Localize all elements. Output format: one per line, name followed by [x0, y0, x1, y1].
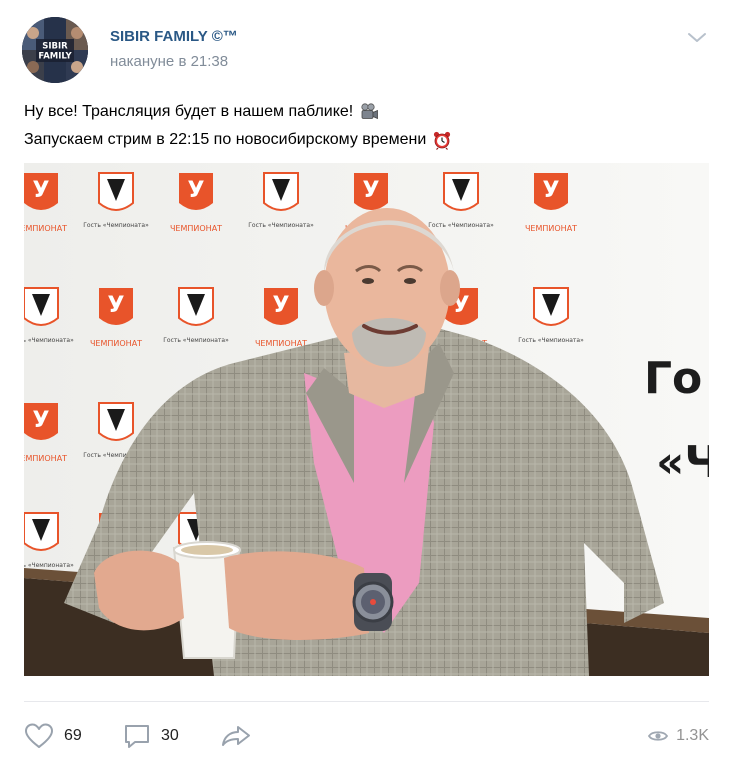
avatar-image: SIBIR FAMILY: [22, 17, 88, 83]
like-button[interactable]: 69: [24, 718, 82, 754]
views-count: 1.3K: [676, 727, 709, 744]
views-counter: 1.3K: [648, 718, 709, 754]
chevron-down-icon: [688, 33, 706, 42]
eye-icon: [648, 731, 669, 741]
svg-text:ЧЕМПИОНАТ: ЧЕМПИОНАТ: [525, 224, 577, 233]
avatar-text-2: FAMILY: [38, 52, 72, 62]
likes-count: 69: [64, 727, 82, 744]
svg-text:Гость «Чемпионата»: Гость «Чемпионата»: [24, 562, 74, 569]
svg-text:Гость «Чемпионата»: Гость «Чемпионата»: [248, 222, 314, 229]
post-timestamp[interactable]: накануне в 21:38: [110, 53, 228, 70]
post-photo[interactable]: У ЧЕМПИОНАТ Гость «Чемпионата» У ЧЕМПИОНАТ Го…: [24, 163, 709, 676]
photo-image: У ЧЕМПИОНАТ Гость «Чемпионата» У ЧЕМПИОНАТ Го…: [24, 163, 709, 676]
alarm-clock-icon: [432, 130, 452, 150]
svg-text:У: У: [108, 293, 125, 318]
svg-text:У: У: [33, 408, 50, 433]
avatar-text-1: SIBIR: [42, 42, 68, 52]
post-text-line: Ну все! Трансляция будет в нашем паблике…: [24, 98, 452, 126]
svg-text:ЧЕМПИОНАТ: ЧЕМПИОНАТ: [255, 339, 307, 348]
svg-text:ЧЕМПИОНАТ: ЧЕМПИОНАТ: [90, 339, 142, 348]
post-menu-button[interactable]: [686, 31, 708, 45]
actions-divider: [24, 701, 709, 702]
post-text: Ну все! Трансляция будет в нашем паблике…: [24, 98, 452, 154]
svg-text:Гость «Чемпионата»: Гость «Чемпионата»: [83, 222, 149, 229]
svg-text:У: У: [33, 178, 50, 203]
svg-text:ЧЕМПИОНАТ: ЧЕМПИОНАТ: [24, 224, 67, 233]
svg-text:У: У: [273, 293, 290, 318]
post-text-line-1: Ну все! Трансляция будет в нашем паблике…: [24, 103, 354, 120]
comment-button[interactable]: 30: [123, 718, 179, 754]
svg-text:У: У: [188, 178, 205, 203]
backdrop-big-text-1: Го: [644, 353, 702, 404]
heart-icon: [25, 723, 53, 748]
movie-camera-icon: [359, 102, 379, 122]
svg-text:ЧЕМПИОНАТ: ЧЕМПИОНАТ: [24, 454, 67, 463]
wall-post: SIBIR FAMILY SIBIR FAMILY ©™ накануне в …: [0, 0, 730, 764]
svg-text:Гость «Чемпионата»: Гость «Чемпионата»: [518, 337, 584, 344]
svg-text:ЧЕМПИОНАТ: ЧЕМПИОНАТ: [170, 224, 222, 233]
comment-icon: [125, 725, 149, 748]
svg-text:У: У: [363, 178, 380, 203]
svg-text:Гость «Чемпионата»: Гость «Чемпионата»: [163, 337, 229, 344]
backdrop-big-text-2: «Ч: [656, 437, 709, 488]
svg-text:Гость «Чемпионата»: Гость «Чемпионата»: [24, 337, 74, 344]
svg-text:Гость «Чемпионата»: Гость «Чемпионата»: [428, 222, 494, 229]
post-actions: 69 30 1.3K: [24, 718, 709, 754]
post-text-line-2: Запускаем стрим в 22:15 по новосибирском…: [24, 131, 427, 148]
svg-text:У: У: [543, 178, 560, 203]
post-header: SIBIR FAMILY SIBIR FAMILY ©™ накануне в …: [22, 17, 712, 83]
author-name[interactable]: SIBIR FAMILY ©™: [110, 28, 238, 45]
post-text-line: Запускаем стрим в 22:15 по новосибирском…: [24, 126, 452, 154]
comments-count: 30: [161, 727, 179, 744]
avatar[interactable]: SIBIR FAMILY: [22, 17, 88, 83]
share-icon: [222, 726, 250, 746]
share-button[interactable]: [220, 718, 252, 754]
